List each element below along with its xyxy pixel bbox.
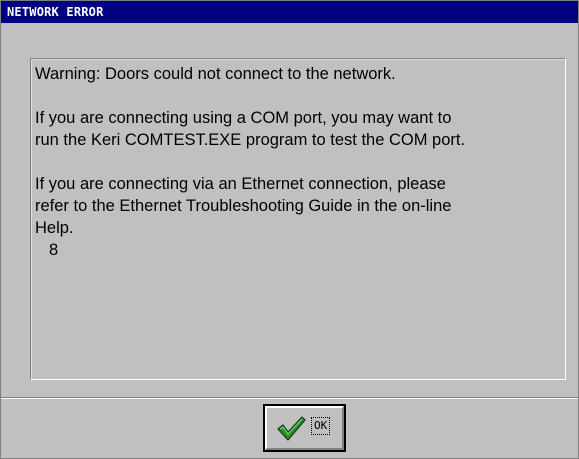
com-port-line-1: If you are connecting using a COM port, …	[35, 109, 452, 127]
checkmark-icon	[277, 416, 306, 441]
ok-button[interactable]: OK	[263, 404, 346, 452]
button-divider	[1, 397, 578, 399]
message-text: Warning: Doors could not connect to the …	[35, 63, 563, 261]
ok-button-label: OK	[310, 417, 331, 435]
ethernet-line-1: If you are connecting via an Ethernet co…	[35, 175, 446, 193]
network-error-dialog: NETWORK ERROR Warning: Doors could not c…	[0, 0, 579, 459]
com-port-line-2: run the Keri COMTEST.EXE program to test…	[35, 131, 466, 149]
error-code: 8	[49, 241, 59, 259]
ethernet-line-2: refer to the Ethernet Troubleshooting Gu…	[35, 197, 452, 215]
message-panel: Warning: Doors could not connect to the …	[30, 58, 566, 380]
ethernet-line-3: Help.	[35, 219, 74, 237]
warning-message: Warning: Doors could not connect to the …	[35, 65, 396, 83]
title-bar: NETWORK ERROR	[1, 1, 578, 23]
